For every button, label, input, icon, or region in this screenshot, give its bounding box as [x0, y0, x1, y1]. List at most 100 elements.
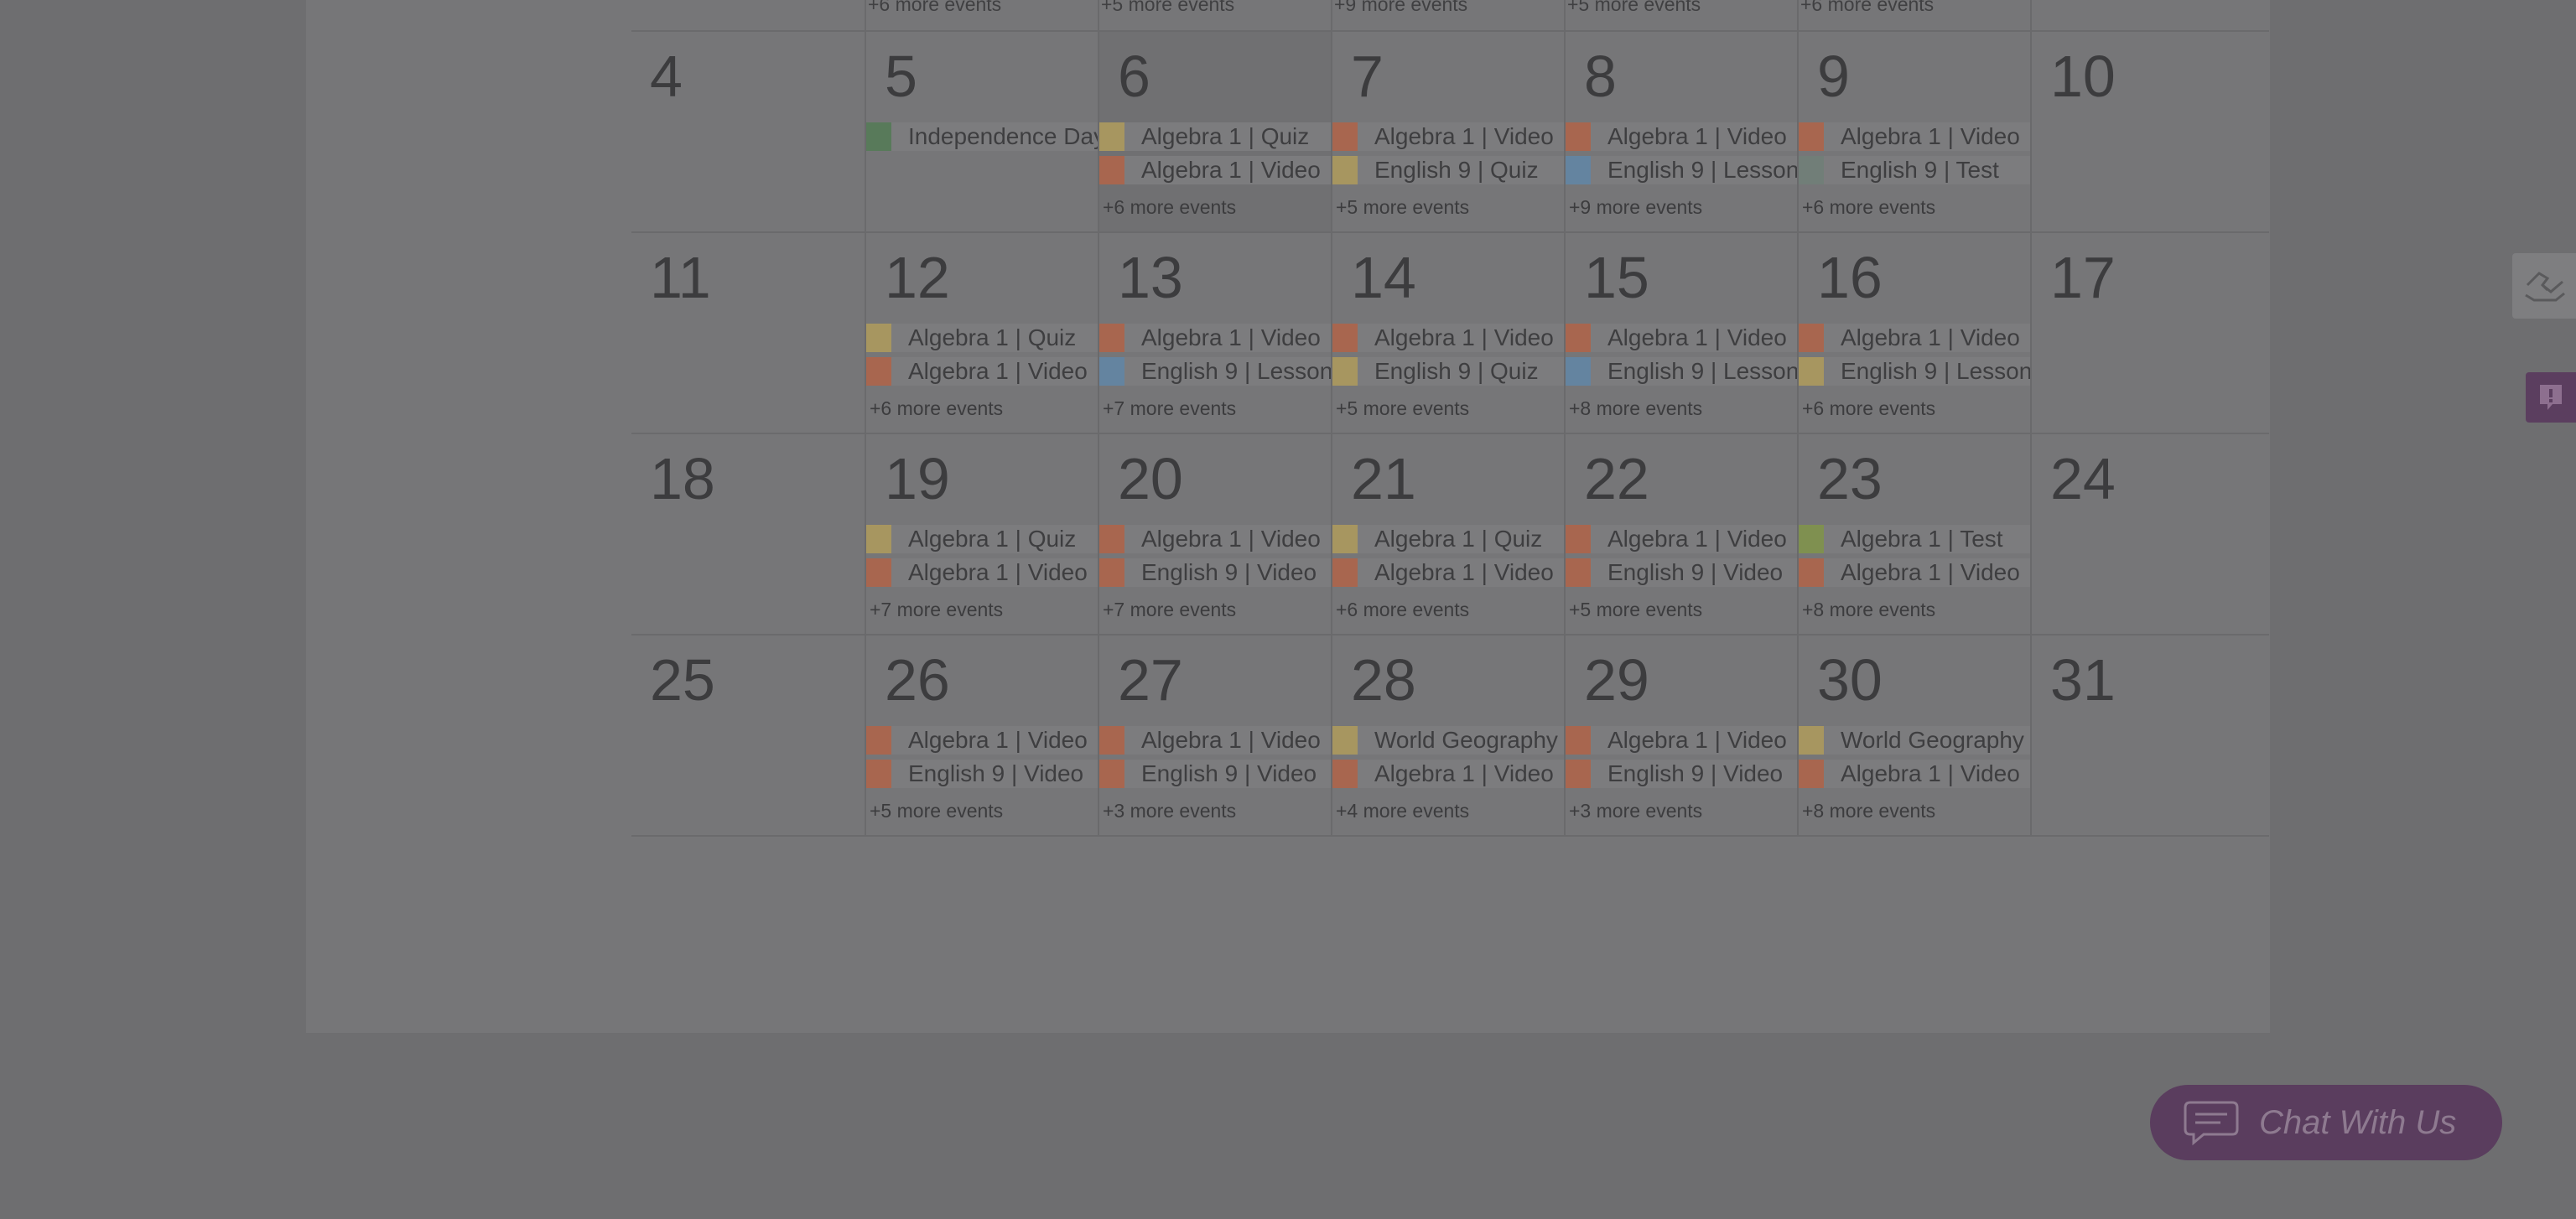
- day-cell[interactable]: 11: [631, 233, 865, 433]
- more-events-link[interactable]: +8 more events: [1802, 599, 1935, 621]
- prev-week-more-events-link[interactable]: +5 more events: [1101, 0, 1234, 16]
- more-events-link[interactable]: +8 more events: [1802, 800, 1935, 822]
- more-events-link[interactable]: +9 more events: [1569, 196, 1702, 219]
- calendar-event[interactable]: Algebra 1 | Quiz: [1332, 525, 1566, 553]
- calendar-event[interactable]: Algebra 1 | Video: [1332, 558, 1566, 587]
- more-events-link[interactable]: +6 more events: [1802, 196, 1935, 219]
- calendar-event[interactable]: English 9 | Lesson: [1566, 156, 1799, 184]
- day-cell[interactable]: 21 Algebra 1 | Quiz Algebra 1 | Video +6 mo…: [1331, 434, 1566, 634]
- event-color-swatch: [1099, 324, 1124, 352]
- calendar-event[interactable]: Algebra 1 | Video: [1799, 760, 2032, 788]
- day-cell[interactable]: 19 Algebra 1 | Quiz Algebra 1 | Video +7 mo…: [865, 434, 1099, 634]
- calendar-event[interactable]: Independence Day: [866, 122, 1099, 151]
- more-events-link[interactable]: +8 more events: [1569, 397, 1702, 420]
- calendar-event[interactable]: Algebra 1 | Video: [1566, 324, 1799, 352]
- prev-week-more-events-link[interactable]: +9 more events: [1334, 0, 1467, 16]
- calendar-event[interactable]: Algebra 1 | Video: [1099, 726, 1332, 755]
- calendar-event[interactable]: World Geography: [1799, 726, 2032, 755]
- more-events-link[interactable]: +5 more events: [1336, 397, 1469, 420]
- calendar-event[interactable]: Algebra 1 | Video: [866, 357, 1099, 386]
- more-events-link[interactable]: +6 more events: [870, 397, 1003, 420]
- day-cell[interactable]: 31: [2030, 635, 2265, 835]
- day-cell[interactable]: 15 Algebra 1 | Video English 9 | Lesson +8 …: [1564, 233, 1799, 433]
- calendar-event[interactable]: Algebra 1 | Video: [1566, 726, 1799, 755]
- event-label: Algebra 1 | Video: [1607, 324, 1787, 350]
- day-cell[interactable]: 5 Independence Day: [865, 32, 1099, 231]
- more-events-link[interactable]: +3 more events: [1569, 800, 1702, 822]
- calendar-event[interactable]: Algebra 1 | Video: [1099, 525, 1332, 553]
- prev-week-more-events-link[interactable]: +6 more events: [1800, 0, 1934, 16]
- accessibility-side-button[interactable]: [2512, 253, 2576, 319]
- calendar-event[interactable]: English 9 | Video: [1099, 760, 1332, 788]
- calendar-event[interactable]: Algebra 1 | Video: [1799, 324, 2032, 352]
- more-events-link[interactable]: +5 more events: [870, 800, 1003, 822]
- day-cell[interactable]: 27 Algebra 1 | Video English 9 | Video +3 m…: [1098, 635, 1332, 835]
- day-cell[interactable]: 18: [631, 434, 865, 634]
- calendar-event[interactable]: Algebra 1 | Video: [1099, 156, 1332, 184]
- more-events-link[interactable]: +5 more events: [1569, 599, 1702, 621]
- calendar-event[interactable]: English 9 | Lesson: [1799, 357, 2032, 386]
- calendar-event[interactable]: English 9 | Lesson: [1566, 357, 1799, 386]
- day-cell[interactable]: 16 Algebra 1 | Video English 9 | Lesson +6 …: [1797, 233, 2032, 433]
- day-cell[interactable]: 10: [2030, 32, 2265, 231]
- calendar-event[interactable]: English 9 | Video: [1099, 558, 1332, 587]
- day-cell[interactable]: 26 Algebra 1 | Video English 9 | Video +5 m…: [865, 635, 1099, 835]
- more-events-link[interactable]: +6 more events: [1802, 397, 1935, 420]
- day-cell[interactable]: 29 Algebra 1 | Video English 9 | Video +3 m…: [1564, 635, 1799, 835]
- more-events-link[interactable]: +6 more events: [1103, 196, 1236, 219]
- day-cell[interactable]: 20 Algebra 1 | Video English 9 | Video +7 m…: [1098, 434, 1332, 634]
- calendar-event[interactable]: Algebra 1 | Test: [1799, 525, 2032, 553]
- day-cell[interactable]: 17: [2030, 233, 2265, 433]
- calendar-event[interactable]: English 9 | Video: [1566, 760, 1799, 788]
- calendar-event[interactable]: English 9 | Lesson: [1099, 357, 1332, 386]
- calendar-event[interactable]: Algebra 1 | Video: [1332, 760, 1566, 788]
- day-cell[interactable]: 14 Algebra 1 | Video English 9 | Quiz +5 mo…: [1331, 233, 1566, 433]
- day-cell[interactable]: 30 World Geography Algebra 1 | Video +8 mor…: [1797, 635, 2032, 835]
- calendar-event[interactable]: Algebra 1 | Quiz: [866, 525, 1099, 553]
- event-color-swatch: [1799, 558, 1824, 587]
- more-events-link[interactable]: +7 more events: [870, 599, 1003, 621]
- calendar-event[interactable]: Algebra 1 | Video: [1566, 122, 1799, 151]
- event-color-swatch: [1332, 324, 1358, 352]
- calendar-event[interactable]: Algebra 1 | Video: [1099, 324, 1332, 352]
- calendar-event[interactable]: World Geography: [1332, 726, 1566, 755]
- day-cell[interactable]: 7 Algebra 1 | Video English 9 | Quiz +5 mor…: [1331, 32, 1566, 231]
- calendar-event[interactable]: English 9 | Quiz: [1332, 357, 1566, 386]
- more-events-link[interactable]: +7 more events: [1103, 599, 1236, 621]
- more-events-link[interactable]: +6 more events: [1336, 599, 1469, 621]
- day-cell[interactable]: 23 Algebra 1 | Test Algebra 1 | Video +8 mo…: [1797, 434, 2032, 634]
- day-cell[interactable]: 13 Algebra 1 | Video English 9 | Lesson +7 …: [1098, 233, 1332, 433]
- calendar-event[interactable]: Algebra 1 | Video: [1799, 558, 2032, 587]
- day-cell[interactable]: 24: [2030, 434, 2265, 634]
- calendar-event[interactable]: Algebra 1 | Video: [1566, 525, 1799, 553]
- calendar-event[interactable]: Algebra 1 | Video: [1332, 324, 1566, 352]
- day-cell[interactable]: 6 Algebra 1 | Quiz Algebra 1 | Video +6 mor…: [1098, 32, 1332, 231]
- more-events-link[interactable]: +4 more events: [1336, 800, 1469, 822]
- calendar-event[interactable]: Algebra 1 | Quiz: [1099, 122, 1332, 151]
- event-label: Algebra 1 | Quiz: [1141, 123, 1310, 149]
- day-cell[interactable]: 12 Algebra 1 | Quiz Algebra 1 | Video +6 mo…: [865, 233, 1099, 433]
- day-cell[interactable]: 25: [631, 635, 865, 835]
- day-cell[interactable]: 4: [631, 32, 865, 231]
- prev-week-more-events-link[interactable]: +6 more events: [868, 0, 1001, 16]
- calendar-event[interactable]: English 9 | Test: [1799, 156, 2032, 184]
- day-cell[interactable]: 9 Algebra 1 | Video English 9 | Test +6 mor…: [1797, 32, 2032, 231]
- calendar-event[interactable]: Algebra 1 | Video: [866, 726, 1099, 755]
- more-events-link[interactable]: +7 more events: [1103, 397, 1236, 420]
- event-color-swatch: [1566, 324, 1591, 352]
- chat-with-us-button[interactable]: Chat With Us: [2150, 1085, 2502, 1160]
- more-events-link[interactable]: +5 more events: [1336, 196, 1469, 219]
- day-cell[interactable]: 28 World Geography Algebra 1 | Video +4 mor…: [1331, 635, 1566, 835]
- prev-week-more-events-link[interactable]: +5 more events: [1567, 0, 1701, 16]
- calendar-event[interactable]: English 9 | Quiz: [1332, 156, 1566, 184]
- day-cell[interactable]: 22 Algebra 1 | Video English 9 | Video +5 m…: [1564, 434, 1799, 634]
- calendar-event[interactable]: Algebra 1 | Video: [1332, 122, 1566, 151]
- calendar-event[interactable]: Algebra 1 | Video: [866, 558, 1099, 587]
- calendar-event[interactable]: English 9 | Video: [866, 760, 1099, 788]
- feedback-side-button[interactable]: [2526, 372, 2576, 423]
- calendar-event[interactable]: English 9 | Video: [1566, 558, 1799, 587]
- calendar-event[interactable]: Algebra 1 | Quiz: [866, 324, 1099, 352]
- calendar-event[interactable]: Algebra 1 | Video: [1799, 122, 2032, 151]
- day-cell[interactable]: 8 Algebra 1 | Video English 9 | Lesson +9 m…: [1564, 32, 1799, 231]
- more-events-link[interactable]: +3 more events: [1103, 800, 1236, 822]
